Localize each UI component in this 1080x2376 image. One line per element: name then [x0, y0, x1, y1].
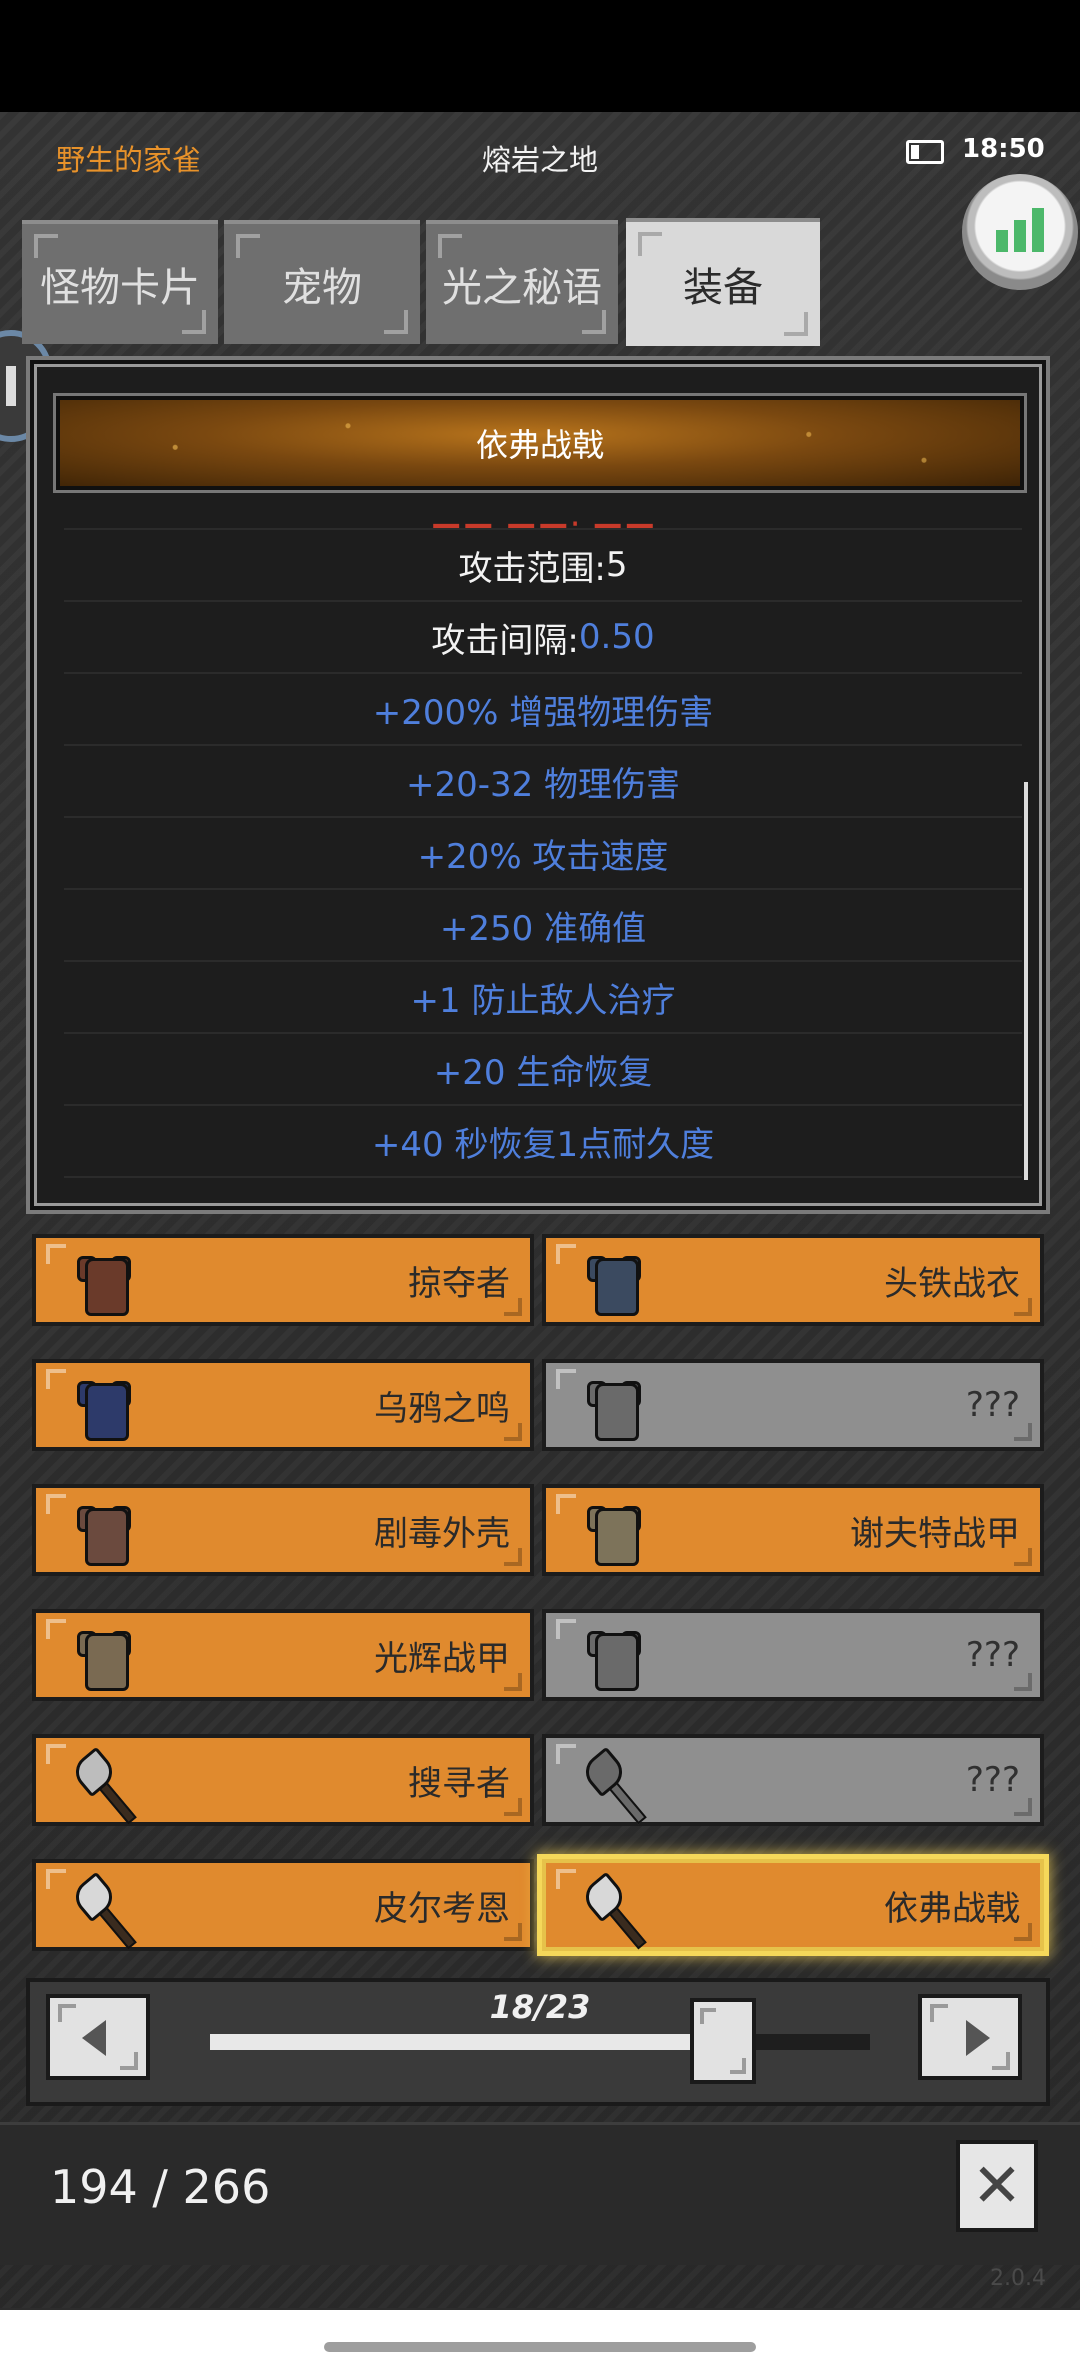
- equipment-name: 掠夺者: [408, 1263, 510, 1304]
- equipment-card[interactable]: 谢夫特战甲: [542, 1484, 1044, 1576]
- armor-icon: [580, 1498, 648, 1566]
- tab-light-secrets[interactable]: 光之秘语: [426, 220, 618, 344]
- armor-icon: [580, 1373, 648, 1441]
- stats-scrollbar[interactable]: [1024, 782, 1028, 1180]
- equipment-name: 依弗战戟: [884, 1888, 1020, 1929]
- axe-icon: [68, 1871, 138, 1950]
- close-button[interactable]: ✕: [956, 2140, 1038, 2232]
- signal-bars-button[interactable]: [962, 174, 1078, 290]
- home-indicator[interactable]: [324, 2342, 756, 2352]
- stat-row: 攻击间隔: 0.50: [64, 602, 1022, 674]
- axe-icon: [578, 1746, 648, 1825]
- armor-icon: [580, 1623, 648, 1691]
- equipment-name: ???: [965, 1385, 1020, 1425]
- equipment-card[interactable]: 依弗战戟: [542, 1859, 1044, 1951]
- stat-value: 0.50: [578, 617, 655, 657]
- armor-icon: [580, 1248, 648, 1316]
- stat-row: 攻击范围: 5: [64, 530, 1022, 602]
- item-title-banner: 依弗战戟: [53, 393, 1027, 493]
- collection-count: 194 / 266: [50, 2160, 271, 2214]
- battery-icon: [906, 140, 944, 164]
- stat-value: 5: [605, 545, 628, 585]
- armor-icon: [70, 1498, 138, 1566]
- signal-bars-icon: [996, 208, 1044, 252]
- equipment-name: ???: [965, 1635, 1020, 1675]
- equipment-card[interactable]: 头铁战衣: [542, 1234, 1044, 1326]
- bonus-row: +1 防止敌人治疗: [64, 962, 1022, 1034]
- armor-icon: [70, 1623, 138, 1691]
- prev-page-button[interactable]: [46, 1994, 150, 2080]
- next-page-button[interactable]: [918, 1994, 1022, 2080]
- equipment-name: ???: [965, 1760, 1020, 1800]
- page-slider-track[interactable]: [210, 2034, 870, 2050]
- equipment-card[interactable]: 搜寻者: [32, 1734, 534, 1826]
- tab-monster-cards[interactable]: 怪物卡片: [22, 220, 218, 344]
- equipment-card[interactable]: 掠夺者: [32, 1234, 534, 1326]
- bonus-row: +250 准确值: [64, 890, 1022, 962]
- tab-label: 光之秘语: [442, 265, 602, 311]
- bonus-row: +20% 攻击速度: [64, 818, 1022, 890]
- bonus-row: +20-32 物理伤害: [64, 746, 1022, 818]
- axe-icon: [578, 1871, 648, 1950]
- item-stats-list[interactable]: ▬▬ ▬▬: ▬▬ 攻击范围: 5 攻击间隔: 0.50 +200% 增强物理伤…: [64, 506, 1022, 1186]
- tab-equipment[interactable]: 装备: [626, 218, 820, 346]
- equipment-name: 搜寻者: [408, 1763, 510, 1804]
- tab-label: 宠物: [282, 265, 362, 311]
- close-icon: ✕: [971, 2151, 1023, 2221]
- arrow-right-icon: [966, 2020, 990, 2056]
- item-title: 依弗战戟: [475, 426, 604, 464]
- equipment-card[interactable]: 光辉战甲: [32, 1609, 534, 1701]
- version-label: 2.0.4: [990, 2266, 1046, 2291]
- bonus-row: +20 生命恢复: [64, 1034, 1022, 1106]
- equipment-name: 谢夫特战甲: [850, 1513, 1020, 1554]
- status-bar: [0, 0, 1080, 112]
- equipment-card[interactable]: 皮尔考恩: [32, 1859, 534, 1951]
- equipment-name: 皮尔考恩: [374, 1888, 510, 1929]
- tab-label: 装备: [683, 265, 763, 311]
- stat-row-partial: ▬▬ ▬▬: ▬▬: [64, 506, 1022, 530]
- arrow-left-icon: [82, 2020, 106, 2056]
- bonus-row: +40 秒恢复1点耐久度: [64, 1106, 1022, 1178]
- equipment-name: 剧毒外壳: [374, 1513, 510, 1554]
- equipment-card[interactable]: ???: [542, 1609, 1044, 1701]
- clock: 18:50: [962, 134, 1045, 164]
- bonus-row: +200% 增强物理伤害: [64, 674, 1022, 746]
- page-slider-fill: [210, 2034, 694, 2050]
- page-indicator: 18/23: [489, 1988, 591, 2026]
- equipment-card[interactable]: 乌鸦之鸣: [32, 1359, 534, 1451]
- equipment-card[interactable]: 剧毒外壳: [32, 1484, 534, 1576]
- equipment-card[interactable]: ???: [542, 1734, 1044, 1826]
- tab-pets[interactable]: 宠物: [224, 220, 420, 344]
- equipment-card[interactable]: ???: [542, 1359, 1044, 1451]
- equipment-name: 头铁战衣: [884, 1263, 1020, 1304]
- page-slider-thumb[interactable]: [690, 1998, 756, 2084]
- armor-icon: [70, 1373, 138, 1441]
- armor-icon: [70, 1248, 138, 1316]
- equipment-name: 乌鸦之鸣: [374, 1388, 510, 1429]
- stat-label: 攻击间隔:: [431, 620, 579, 661]
- equipment-name: 光辉战甲: [374, 1638, 510, 1679]
- tab-label: 怪物卡片: [40, 265, 200, 311]
- stat-label: 攻击范围:: [458, 548, 606, 589]
- axe-icon: [68, 1746, 138, 1825]
